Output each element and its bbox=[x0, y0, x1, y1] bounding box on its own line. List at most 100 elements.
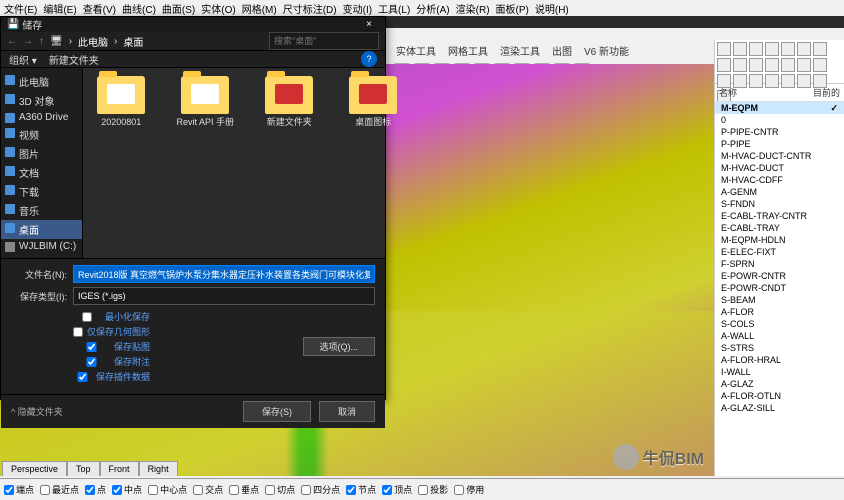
toolbar-tab[interactable]: 出图 bbox=[552, 43, 572, 58]
sidebar-item[interactable]: 下载 bbox=[1, 182, 82, 201]
main-menubar[interactable]: 文件(E)编辑(E)查看(V)曲线(C)曲面(S)实体(O)网格(M)尺寸标注(… bbox=[0, 0, 844, 16]
layer-tool-icon[interactable] bbox=[733, 42, 747, 56]
toolbar-tab[interactable]: 网格工具 bbox=[448, 43, 488, 58]
sidebar-item[interactable]: A360 Drive bbox=[1, 110, 82, 125]
layer-row[interactable]: M-EQPM-HDLN bbox=[715, 234, 844, 246]
menu-item[interactable]: 编辑(E) bbox=[43, 1, 76, 16]
layer-row[interactable]: M-HVAC-CDFF bbox=[715, 174, 844, 186]
layer-row[interactable]: A-GLAZ-SILL bbox=[715, 402, 844, 414]
layer-tools[interactable] bbox=[715, 40, 844, 84]
save-option-checkbox[interactable] bbox=[73, 357, 110, 367]
up-icon[interactable]: ↑ bbox=[39, 36, 44, 47]
layer-tool-icon[interactable] bbox=[749, 58, 763, 72]
layer-tool-icon[interactable] bbox=[797, 42, 811, 56]
save-button[interactable]: 保存(S) bbox=[243, 401, 311, 422]
layer-row[interactable]: A-FLOR-OTLN bbox=[715, 390, 844, 402]
sidebar-item[interactable]: 3D 对象 bbox=[1, 91, 82, 110]
help-icon[interactable]: ? bbox=[361, 51, 377, 67]
osnap-option[interactable]: 垂点 bbox=[229, 483, 259, 496]
osnap-bar[interactable]: 端点最近点点中点中心点交点垂点切点四分点节点顶点投影停用 bbox=[0, 478, 844, 500]
osnap-option[interactable]: 最近点 bbox=[40, 483, 79, 496]
layer-row[interactable]: M-HVAC-DUCT-CNTR bbox=[715, 150, 844, 162]
layer-list[interactable]: M-EQPM ✓0P-PIPE-CNTRP-PIPEM-HVAC-DUCT-CN… bbox=[715, 102, 844, 476]
sidebar-item[interactable]: 此电脑 bbox=[1, 72, 82, 91]
layer-tool-icon[interactable] bbox=[765, 42, 779, 56]
layer-row[interactable]: 0 bbox=[715, 114, 844, 126]
filename-input[interactable] bbox=[73, 265, 375, 283]
file-area[interactable]: 20200801Revit API 手册新建文件夹桌面图标 bbox=[83, 68, 411, 258]
sidebar-item[interactable]: 文档 bbox=[1, 163, 82, 182]
layer-tool-icon[interactable] bbox=[797, 58, 811, 72]
layer-row[interactable]: S-COLS bbox=[715, 318, 844, 330]
options-button[interactable]: 选项(Q)... bbox=[303, 337, 376, 356]
menu-item[interactable]: 面板(P) bbox=[496, 1, 529, 16]
cancel-button[interactable]: 取消 bbox=[319, 401, 375, 422]
osnap-option[interactable]: 投影 bbox=[418, 483, 448, 496]
layer-row[interactable]: P-PIPE-CNTR bbox=[715, 126, 844, 138]
layer-row[interactable]: E-CABL-TRAY-CNTR bbox=[715, 210, 844, 222]
layer-row[interactable]: A-WALL bbox=[715, 330, 844, 342]
close-icon[interactable]: × bbox=[359, 19, 379, 30]
layer-row[interactable]: E-ELEC-FIXT bbox=[715, 246, 844, 258]
layer-tool-icon[interactable] bbox=[813, 58, 827, 72]
osnap-option[interactable]: 中心点 bbox=[148, 483, 187, 496]
dialog-sidebar[interactable]: 此电脑3D 对象A360 Drive视频图片文档下载音乐桌面WJLBIM (C:… bbox=[1, 68, 83, 258]
menu-item[interactable]: 曲线(C) bbox=[122, 1, 156, 16]
sidebar-item[interactable]: 视频 bbox=[1, 125, 82, 144]
organize-menu[interactable]: 组织 ▾ bbox=[9, 52, 37, 67]
layer-row[interactable]: P-PIPE bbox=[715, 138, 844, 150]
layer-tool-icon[interactable] bbox=[717, 42, 731, 56]
menu-item[interactable]: 曲面(S) bbox=[162, 1, 195, 16]
crumb-desktop[interactable]: 桌面 bbox=[123, 34, 143, 49]
menu-item[interactable]: 工具(L) bbox=[378, 1, 410, 16]
layer-tool-icon[interactable] bbox=[717, 58, 731, 72]
osnap-option[interactable]: 点 bbox=[85, 483, 106, 496]
filetype-select[interactable] bbox=[73, 287, 375, 305]
layer-tool-icon[interactable] bbox=[781, 42, 795, 56]
toolbar-tab[interactable]: 渲染工具 bbox=[500, 43, 540, 58]
menu-item[interactable]: 渲染(R) bbox=[456, 1, 490, 16]
save-option-checkbox[interactable] bbox=[73, 327, 83, 337]
osnap-option[interactable]: 四分点 bbox=[301, 483, 340, 496]
layer-row[interactable]: S-FNDN bbox=[715, 198, 844, 210]
sidebar-item[interactable]: 音乐 bbox=[1, 201, 82, 220]
menu-item[interactable]: 说明(H) bbox=[535, 1, 569, 16]
viewport-tab[interactable]: Right bbox=[139, 461, 178, 476]
viewport-tab[interactable]: Top bbox=[67, 461, 100, 476]
viewport-tabs[interactable]: PerspectiveTopFrontRight bbox=[2, 461, 178, 476]
sidebar-item[interactable]: 桌面 bbox=[1, 220, 82, 239]
layer-row[interactable]: E-POWR-CNTR bbox=[715, 270, 844, 282]
osnap-option[interactable]: 交点 bbox=[193, 483, 223, 496]
menu-item[interactable]: 尺寸标注(D) bbox=[283, 1, 337, 16]
viewport-tab[interactable]: Front bbox=[100, 461, 139, 476]
toolbar-tab[interactable]: 实体工具 bbox=[396, 43, 436, 58]
layer-row[interactable]: A-FLOR bbox=[715, 306, 844, 318]
menu-item[interactable]: 实体(O) bbox=[201, 1, 235, 16]
layer-row[interactable]: A-FLOR-HRAL bbox=[715, 354, 844, 366]
menu-item[interactable]: 文件(E) bbox=[4, 1, 37, 16]
save-option-checkbox[interactable] bbox=[73, 312, 101, 322]
osnap-option[interactable]: 顶点 bbox=[382, 483, 412, 496]
save-option-checkbox[interactable] bbox=[73, 372, 92, 382]
menu-item[interactable]: 查看(V) bbox=[83, 1, 116, 16]
search-input[interactable] bbox=[269, 32, 379, 50]
folder-item[interactable]: 新建文件夹 bbox=[259, 76, 319, 128]
layer-row[interactable]: E-POWR-CNDT bbox=[715, 282, 844, 294]
save-option-checkbox[interactable] bbox=[73, 342, 110, 352]
layer-tool-icon[interactable] bbox=[813, 42, 827, 56]
layer-row[interactable]: A-GLAZ bbox=[715, 378, 844, 390]
crumb-pc[interactable]: 此电脑 bbox=[78, 34, 108, 49]
back-icon[interactable]: ← bbox=[7, 36, 17, 47]
layer-row[interactable]: M-HVAC-DUCT bbox=[715, 162, 844, 174]
dialog-titlebar[interactable]: 💾 储存 × bbox=[1, 17, 385, 32]
layer-row[interactable]: S-STRS bbox=[715, 342, 844, 354]
sidebar-item[interactable]: 图片 bbox=[1, 144, 82, 163]
osnap-option[interactable]: 节点 bbox=[346, 483, 376, 496]
layer-tool-icon[interactable] bbox=[765, 58, 779, 72]
menu-item[interactable]: 变动(I) bbox=[343, 1, 372, 16]
folder-item[interactable]: Revit API 手册 bbox=[175, 76, 235, 128]
viewport-tab[interactable]: Perspective bbox=[2, 461, 67, 476]
folder-item[interactable]: 桌面图标 bbox=[343, 76, 403, 128]
layer-tool-icon[interactable] bbox=[749, 42, 763, 56]
layer-row[interactable]: A-GENM bbox=[715, 186, 844, 198]
